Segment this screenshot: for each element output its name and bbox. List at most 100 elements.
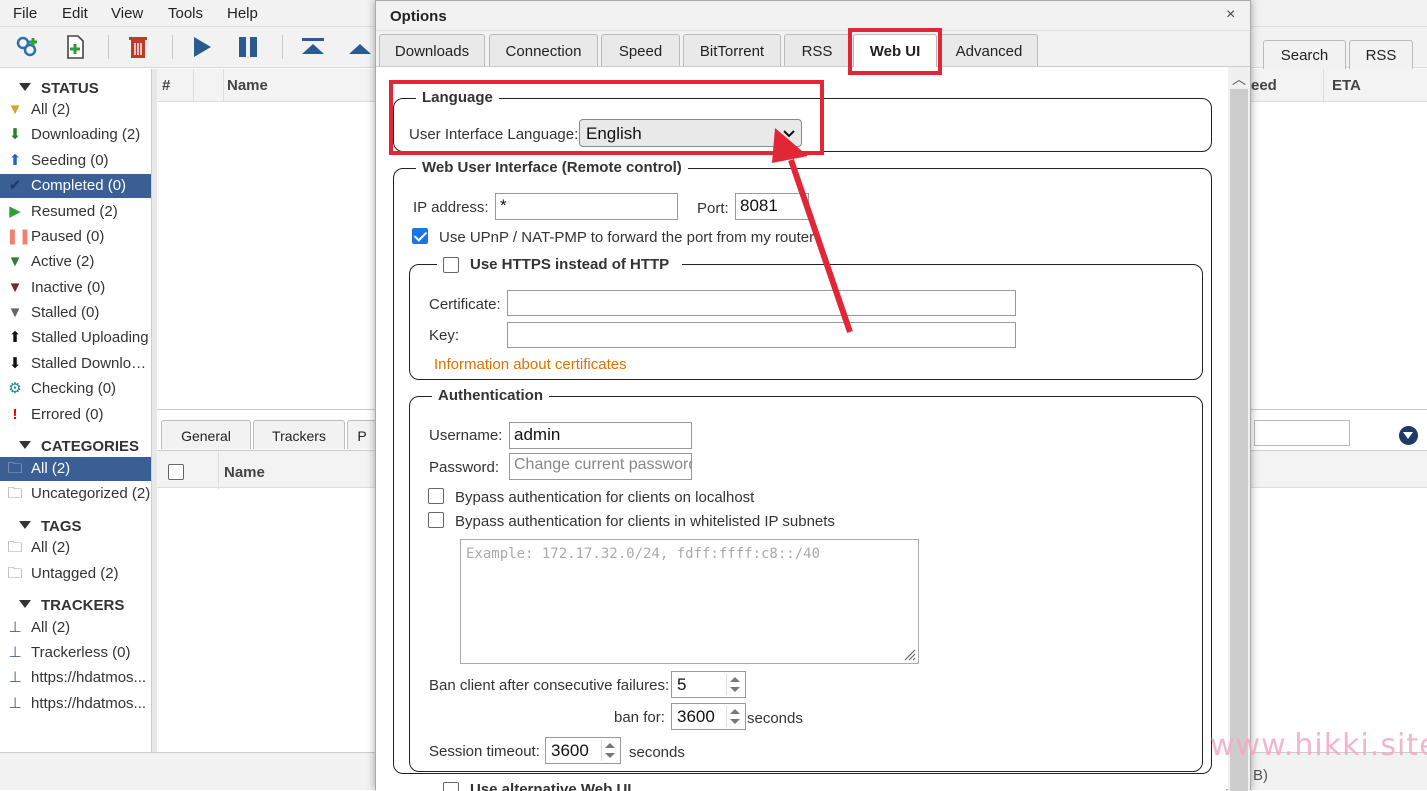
language-group (393, 98, 1212, 152)
resume-icon[interactable] (189, 34, 217, 60)
tag-all[interactable]: 🗀 All (2) (0, 536, 151, 560)
filter-active[interactable]: ▼ Active (2) (0, 250, 151, 274)
move-up-icon[interactable] (346, 34, 374, 60)
filter-errored[interactable]: ! Errored (0) (0, 403, 151, 427)
banfor-spinbox[interactable]: 3600 (671, 703, 746, 730)
tab-trackers[interactable]: Trackers (253, 420, 345, 449)
tab-peers[interactable]: P (347, 420, 377, 449)
scrollbar-thumb[interactable] (1230, 89, 1248, 791)
files-column-name[interactable]: Name (224, 464, 265, 481)
delete-icon[interactable] (124, 34, 152, 60)
key-input[interactable] (507, 322, 1016, 348)
tab-rss[interactable]: RSS (784, 34, 850, 66)
ban-failures-spinbox[interactable]: 5 (671, 671, 746, 698)
scroll-up-icon[interactable]: ︿ (1232, 69, 1246, 89)
upnp-label: Use UPnP / NAT-PMP to forward the port f… (439, 229, 815, 246)
tab-connection[interactable]: Connection (489, 34, 598, 66)
status-transfer: B) (1253, 767, 1268, 784)
tab-speed[interactable]: Speed (601, 34, 680, 66)
bypass-localhost-checkbox[interactable] (428, 488, 444, 504)
certificate-input[interactable] (507, 290, 1016, 316)
download-arrow-icon: ⬇ (8, 355, 22, 372)
column-hash[interactable]: # (157, 69, 194, 102)
filter-inactive[interactable]: ▼ Inactive (0) (0, 276, 151, 300)
tags-section[interactable]: TAGS (0, 515, 151, 537)
column-speed[interactable]: eed (1244, 69, 1324, 102)
tab-advanced[interactable]: Advanced (940, 34, 1038, 66)
upnp-checkbox[interactable] (412, 228, 428, 244)
filter-resumed[interactable]: ▶ Resumed (2) (0, 200, 151, 224)
upload-arrow-icon: ⬆ (8, 329, 22, 346)
certificate-label: Certificate: (429, 296, 501, 313)
password-label: Password: (429, 459, 500, 476)
dialog-scrollbar[interactable]: ︿ (1228, 67, 1250, 791)
filter-stalled[interactable]: ▼ Stalled (0) (0, 301, 151, 325)
move-top-icon[interactable] (299, 34, 327, 60)
bypass-whitelist-checkbox[interactable] (428, 512, 444, 528)
language-value: English (586, 124, 642, 143)
tag-untagged[interactable]: 🗀 Untagged (2) (0, 562, 151, 586)
session-timeout-spinbox[interactable]: 3600 (545, 737, 621, 764)
menu-file[interactable]: File (13, 5, 37, 22)
tab-webui[interactable]: Web UI (853, 34, 937, 68)
tab-search[interactable]: Search (1263, 40, 1346, 69)
menu-edit[interactable]: Edit (62, 5, 88, 22)
add-file-icon[interactable] (62, 34, 90, 60)
folder-icon: 🗀 (7, 539, 23, 556)
tab-bittorrent[interactable]: BitTorrent (683, 34, 781, 66)
filter-completed[interactable]: ✔ Completed (0) (0, 174, 151, 198)
options-tabs: Downloads Connection Speed BitTorrent RS… (376, 31, 1250, 68)
certificates-info-link[interactable]: Information about certificates (434, 356, 627, 373)
qbittorrent-webui: File Edit View Tools Help STATUS ▼ All (… (0, 0, 1427, 791)
tracker-trackerless[interactable]: ⊥ Trackerless (0) (0, 641, 151, 665)
tab-downloads[interactable]: Downloads (379, 34, 485, 66)
filter-icon: ▼ (7, 253, 23, 270)
menu-tools[interactable]: Tools (168, 5, 203, 22)
filter-icon: ▼ (7, 304, 23, 321)
categories-section[interactable]: CATEGORIES (0, 435, 151, 457)
filter-seeding[interactable]: ⬆ Seeding (0) (0, 149, 151, 173)
tab-general[interactable]: General (161, 420, 251, 449)
column-status[interactable] (194, 69, 224, 102)
https-checkbox[interactable] (443, 257, 459, 273)
category-uncategorized[interactable]: 🗀 Uncategorized (2) (0, 482, 151, 506)
tab-rss[interactable]: RSS (1349, 40, 1413, 69)
category-all[interactable]: 🗀 All (2) (0, 457, 151, 481)
username-input[interactable]: admin (509, 422, 692, 449)
port-input[interactable]: 8081 (735, 193, 809, 220)
tracker-all[interactable]: ⊥ All (2) (0, 616, 151, 640)
filter-checking[interactable]: ⚙ Checking (0) (0, 377, 151, 401)
filter-paused[interactable]: ❚❚ Paused (0) (0, 225, 151, 249)
gear-icon: ⚙ (8, 380, 22, 397)
webui-legend: Web User Interface (Remote control) (416, 159, 688, 176)
close-icon[interactable]: × (1226, 6, 1235, 24)
chevron-down-icon (783, 130, 795, 138)
session-timeout-label: Session timeout: (429, 743, 540, 760)
tracker-icon: ⊥ (8, 695, 22, 712)
filter-stalled-downloading[interactable]: ⬇Stalled Downloading (0, 352, 151, 376)
session-timeout-unit: seconds (629, 744, 685, 761)
select-all-checkbox[interactable] (168, 464, 184, 480)
status-section[interactable]: STATUS (0, 77, 151, 99)
add-link-icon[interactable] (14, 34, 42, 60)
language-select[interactable]: English (579, 119, 802, 147)
filter-stalled-uploading[interactable]: ⬆ Stalled Uploading (0, 326, 151, 350)
folder-icon: 🗀 (7, 460, 23, 477)
filter-all[interactable]: ▼ All (2) (0, 98, 151, 122)
trackers-section[interactable]: TRACKERS (0, 594, 151, 616)
menu-view[interactable]: View (111, 5, 143, 22)
ip-address-input[interactable]: * (495, 193, 678, 220)
resize-handle-icon[interactable] (902, 647, 916, 661)
tracker-url-2[interactable]: ⊥ https://hdatmos... (0, 692, 151, 716)
pause-icon[interactable] (235, 34, 263, 60)
dialog-titlebar[interactable]: Options × (376, 1, 1250, 31)
tracker-url-1[interactable]: ⊥ https://hdatmos... (0, 666, 151, 690)
ban-label: Ban client after consecutive failures: (429, 677, 670, 694)
files-filter-input[interactable] (1254, 420, 1350, 446)
chevron-down-icon[interactable] (1399, 426, 1418, 445)
password-input[interactable]: Change current password (509, 453, 692, 480)
filter-downloading[interactable]: ⬇ Downloading (2) (0, 123, 151, 147)
subnets-textarea[interactable]: Example: 172.17.32.0/24, fdff:ffff:c8::/… (460, 539, 919, 664)
menu-help[interactable]: Help (227, 5, 258, 22)
column-eta[interactable]: ETA (1324, 69, 1427, 102)
